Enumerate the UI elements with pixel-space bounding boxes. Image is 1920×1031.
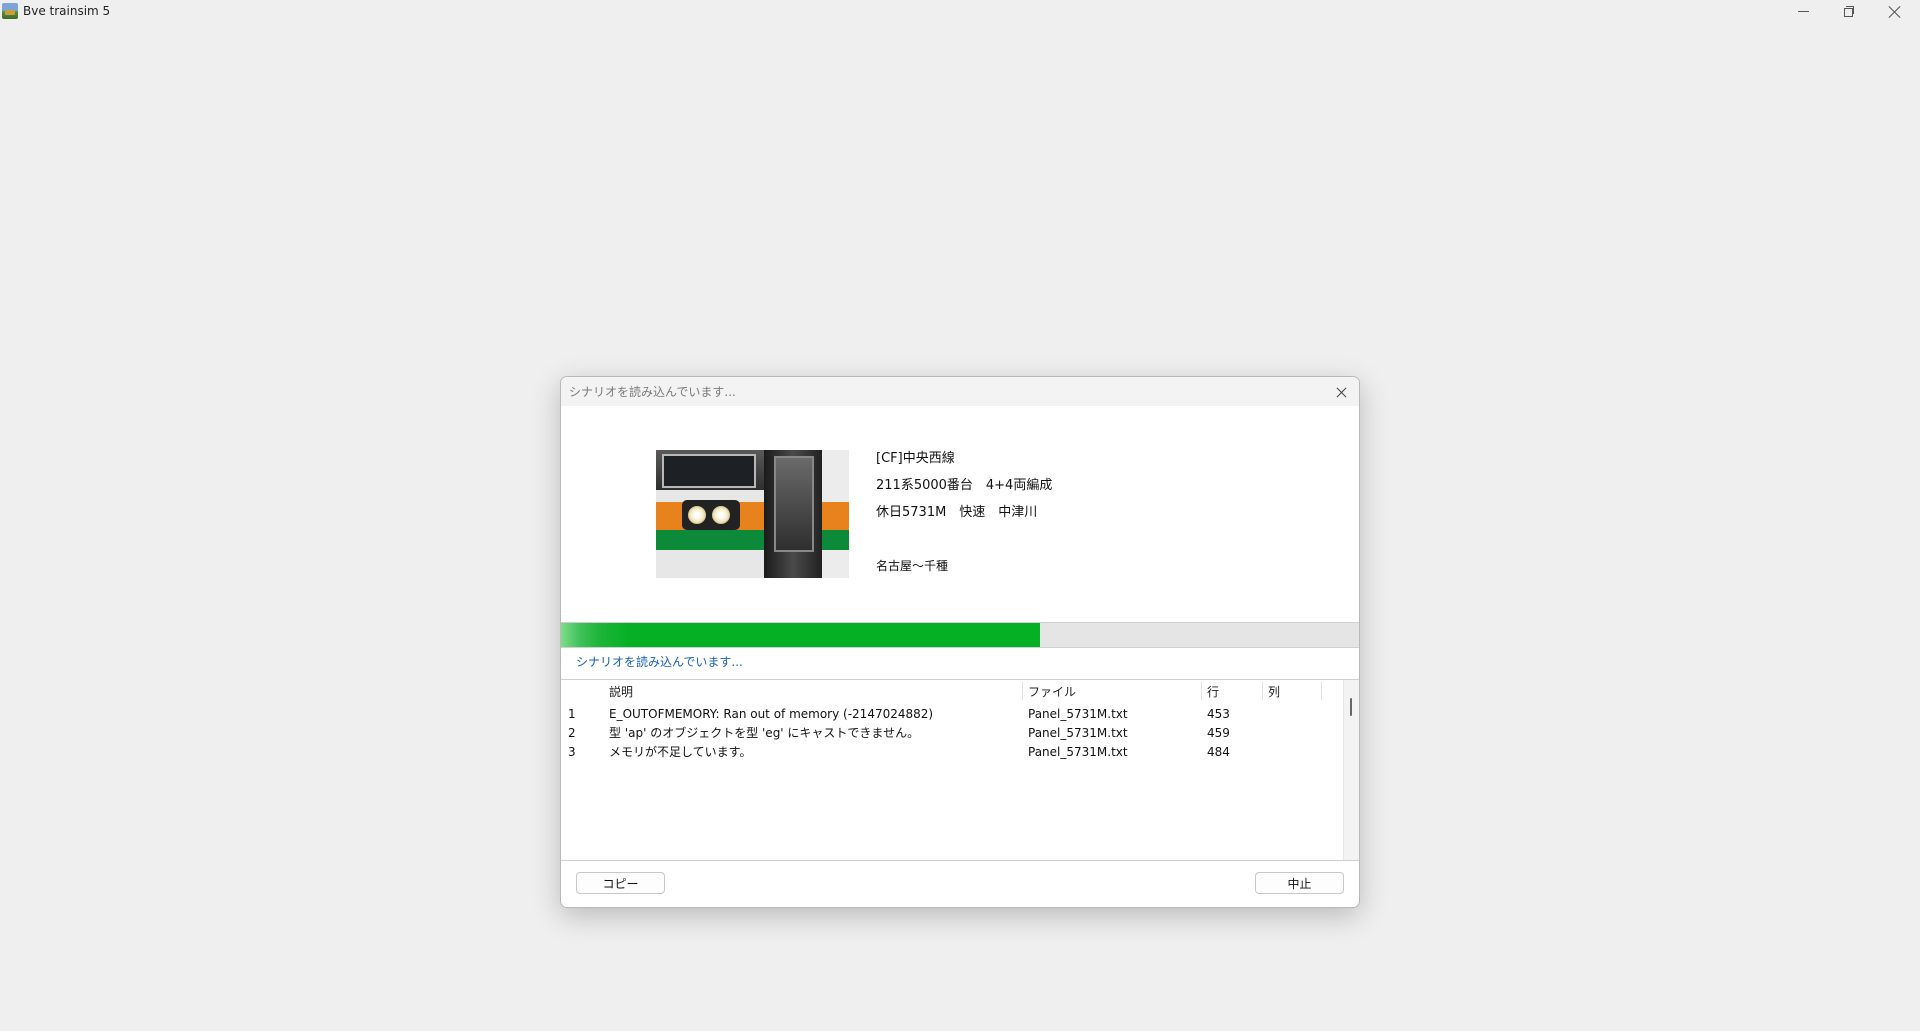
row-number: 2 — [568, 726, 576, 740]
thumb-green-stripe — [822, 530, 849, 550]
table-row[interactable]: 3 メモリが不足しています。 Panel_5731M.txt 484 — [561, 742, 1321, 761]
column-header-file[interactable]: ファイル — [1028, 685, 1076, 699]
row-line: 484 — [1207, 745, 1230, 759]
error-list[interactable]: 説明 ファイル 行 列 1 E_OUTOFMEMORY: Ran out of … — [561, 679, 1359, 861]
column-header-line[interactable]: 行 — [1207, 685, 1219, 699]
app-titlebar: Bve trainsim 5 — [0, 0, 1920, 23]
dialog-title: シナリオを読み込んでいます... — [569, 385, 736, 399]
row-file: Panel_5731M.txt — [1028, 745, 1128, 759]
row-file: Panel_5731M.txt — [1028, 707, 1128, 721]
thumb-cab-window — [662, 454, 756, 488]
progress-fill — [561, 623, 1040, 647]
app-title: Bve trainsim 5 — [23, 4, 111, 18]
copy-button[interactable]: コピー — [576, 872, 665, 894]
scenario-thumbnail — [656, 450, 849, 578]
restore-icon — [1843, 6, 1855, 17]
vehicle-name: 211系5000番台 4+4両編成 — [876, 478, 1053, 493]
status-text: シナリオを読み込んでいます... — [576, 655, 743, 669]
section-name: 名古屋～千種 — [876, 559, 949, 573]
close-button[interactable] — [1872, 0, 1918, 23]
close-icon — [1336, 387, 1347, 398]
train-app-icon — [2, 3, 18, 19]
column-separator[interactable] — [1321, 682, 1322, 700]
table-row[interactable]: 1 E_OUTOFMEMORY: Ran out of memory (-214… — [561, 704, 1321, 723]
minimize-button[interactable] — [1780, 0, 1826, 23]
row-number: 1 — [568, 707, 576, 721]
column-separator[interactable] — [1262, 682, 1263, 700]
row-description: E_OUTOFMEMORY: Ran out of memory (-21470… — [609, 707, 934, 721]
row-description: 型 'ap' のオブジェクトを型 'eg' にキャストできません。 — [609, 726, 920, 740]
vertical-scrollbar[interactable] — [1343, 680, 1359, 860]
close-icon — [1889, 6, 1901, 18]
loading-dialog: シナリオを読み込んでいます... [CF]中央西線 211系5000番台 4+4… — [560, 376, 1360, 908]
row-number: 3 — [568, 745, 576, 759]
dialog-close-button[interactable] — [1331, 382, 1351, 402]
table-row[interactable]: 2 型 'ap' のオブジェクトを型 'eg' にキャストできません。 Pane… — [561, 723, 1321, 742]
column-separator[interactable] — [1201, 682, 1202, 700]
cancel-button[interactable]: 中止 — [1255, 872, 1344, 894]
thumb-orange-stripe — [822, 502, 849, 530]
error-list-header: 説明 ファイル 行 列 — [561, 680, 1322, 702]
row-description: メモリが不足しています。 — [609, 745, 752, 759]
thumb-headlight — [712, 506, 730, 524]
thumb-green-stripe — [656, 530, 764, 550]
thumb-door-window — [774, 456, 814, 552]
row-line: 459 — [1207, 726, 1230, 740]
scrollbar-thumb[interactable] — [1350, 698, 1352, 716]
progress-bar — [561, 622, 1359, 648]
column-separator[interactable] — [1022, 682, 1023, 700]
row-file: Panel_5731M.txt — [1028, 726, 1128, 740]
train-name: 休日5731M 快速 中津川 — [876, 505, 1038, 520]
route-name: [CF]中央西線 — [876, 451, 955, 466]
column-header-column[interactable]: 列 — [1268, 685, 1280, 699]
row-line: 453 — [1207, 707, 1230, 721]
thumb-headlight — [688, 506, 706, 524]
column-header-description[interactable]: 説明 — [609, 685, 633, 699]
maximize-button[interactable] — [1826, 0, 1872, 23]
dialog-titlebar: シナリオを読み込んでいます... — [561, 377, 1359, 406]
minimize-icon — [1797, 11, 1809, 12]
